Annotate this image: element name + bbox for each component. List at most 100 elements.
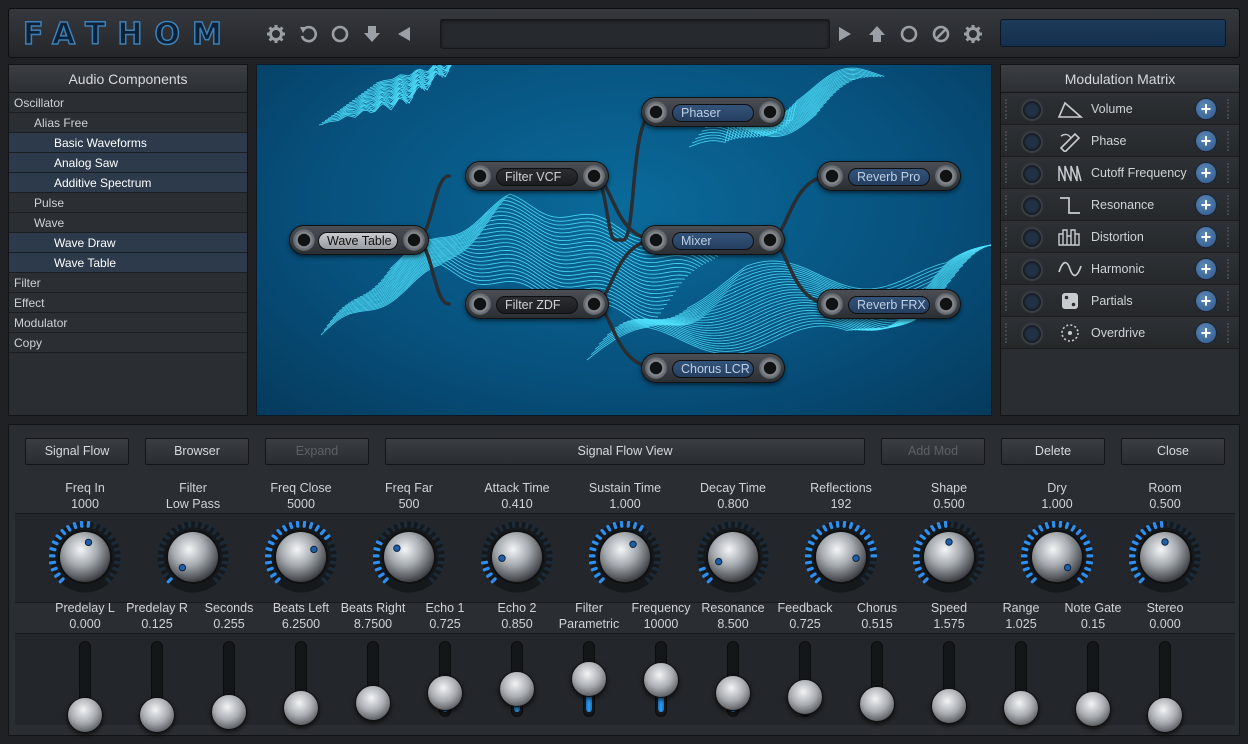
slider-filter-parametric[interactable]: [569, 641, 609, 725]
undo-icon[interactable]: [297, 23, 319, 45]
tree-item-oscillator[interactable]: Oscillator: [9, 93, 247, 113]
knob-decay-time[interactable]: [696, 520, 770, 593]
tree-item-copy[interactable]: Copy: [9, 333, 247, 353]
slider-thumb[interactable]: [211, 694, 247, 730]
drag-grip[interactable]: [1005, 291, 1011, 311]
node-label[interactable]: Reverb Pro: [848, 168, 930, 186]
output-jack[interactable]: [403, 229, 425, 251]
slider-note-gate[interactable]: [1073, 641, 1113, 727]
preset-name-field[interactable]: [440, 19, 830, 49]
signal-flow-view-button[interactable]: Signal Flow View: [385, 438, 865, 465]
input-jack[interactable]: [293, 229, 315, 251]
mod-row-partials[interactable]: Partials +: [1001, 285, 1239, 317]
mod-source-slot[interactable]: [1021, 131, 1043, 153]
drag-grip[interactable]: [1227, 227, 1233, 247]
left-triangle-icon[interactable]: [393, 23, 415, 45]
drag-grip[interactable]: [1005, 163, 1011, 183]
mod-source-slot[interactable]: [1021, 259, 1043, 281]
node-label[interactable]: Filter ZDF: [496, 296, 578, 314]
node-label[interactable]: Wave Table: [318, 232, 398, 250]
slider-thumb[interactable]: [355, 685, 391, 721]
mod-row-volume[interactable]: Volume +: [1001, 93, 1239, 125]
slider-echo-1[interactable]: [425, 641, 465, 725]
knob-freq-in[interactable]: [48, 520, 122, 593]
mod-row-cutoff-frequency[interactable]: Cutoff Frequency +: [1001, 157, 1239, 189]
input-jack[interactable]: [645, 357, 667, 379]
slider-beats-right[interactable]: [353, 641, 393, 725]
slider-thumb[interactable]: [139, 697, 175, 733]
add-mod-button[interactable]: +: [1195, 322, 1217, 344]
tree-item-additive-spectrum[interactable]: Additive Spectrum: [9, 173, 247, 193]
node-filter-zdf[interactable]: Filter ZDF: [465, 289, 609, 319]
slider-thumb[interactable]: [499, 671, 535, 707]
knob-sustain-time[interactable]: [588, 520, 662, 593]
slider-thumb[interactable]: [571, 661, 607, 697]
slider-thumb[interactable]: [1075, 691, 1111, 727]
input-jack[interactable]: [821, 165, 843, 187]
input-jack[interactable]: [469, 293, 491, 315]
add-mod-button[interactable]: +: [1195, 130, 1217, 152]
knob-room[interactable]: [1128, 520, 1202, 593]
knob-dry[interactable]: [1020, 520, 1094, 593]
slider-range[interactable]: [1001, 641, 1041, 726]
knob-shape[interactable]: [912, 520, 986, 593]
drag-grip[interactable]: [1227, 323, 1233, 343]
tree-item-wave[interactable]: Wave: [9, 213, 247, 233]
slider-thumb[interactable]: [931, 688, 967, 724]
add-mod-button[interactable]: +: [1195, 290, 1217, 312]
slider-thumb[interactable]: [643, 662, 679, 698]
node-reverb-frx[interactable]: Reverb FRX: [817, 289, 961, 319]
mod-row-resonance[interactable]: Resonance +: [1001, 189, 1239, 221]
output-jack[interactable]: [583, 165, 605, 187]
mod-source-slot[interactable]: [1021, 323, 1043, 345]
output-jack[interactable]: [759, 229, 781, 251]
tree-item-analog-saw[interactable]: Analog Saw: [9, 153, 247, 173]
drag-grip[interactable]: [1005, 131, 1011, 151]
slider-thumb[interactable]: [1147, 697, 1183, 733]
knob-attack-time[interactable]: [480, 520, 554, 593]
slider-thumb[interactable]: [67, 697, 103, 733]
slider-resonance[interactable]: [713, 641, 753, 725]
mod-source-slot[interactable]: [1021, 163, 1043, 185]
knob-freq-far[interactable]: [372, 520, 446, 593]
mod-row-overdrive[interactable]: Overdrive +: [1001, 317, 1239, 349]
mod-source-slot[interactable]: [1021, 195, 1043, 217]
circle-icon[interactable]: [329, 23, 351, 45]
gear-icon[interactable]: [265, 23, 287, 45]
slider-thumb[interactable]: [859, 686, 895, 722]
node-label[interactable]: Mixer: [672, 232, 754, 250]
tree-item-alias-free[interactable]: Alias Free: [9, 113, 247, 133]
right-triangle-icon[interactable]: [834, 23, 856, 45]
node-filter-vcf[interactable]: Filter VCF: [465, 161, 609, 191]
node-label[interactable]: Chorus LCR: [672, 360, 754, 378]
drag-grip[interactable]: [1227, 131, 1233, 151]
tree-item-wave-table[interactable]: Wave Table: [9, 253, 247, 273]
slider-thumb[interactable]: [1003, 690, 1039, 726]
slider-beats-left[interactable]: [281, 641, 321, 726]
output-jack[interactable]: [759, 101, 781, 123]
input-jack[interactable]: [645, 229, 667, 251]
tree-item-wave-draw[interactable]: Wave Draw: [9, 233, 247, 253]
gear-icon[interactable]: [962, 23, 984, 45]
node-label[interactable]: Filter VCF: [496, 168, 578, 186]
output-jack[interactable]: [935, 293, 957, 315]
tree-item-basic-waveforms[interactable]: Basic Waveforms: [9, 133, 247, 153]
slider-stereo[interactable]: [1145, 641, 1185, 733]
drag-grip[interactable]: [1227, 259, 1233, 279]
node-phaser[interactable]: Phaser: [641, 97, 785, 127]
mod-row-harmonic[interactable]: Harmonic +: [1001, 253, 1239, 285]
mod-source-slot[interactable]: [1021, 99, 1043, 121]
slider-predelay-r[interactable]: [137, 641, 177, 733]
tree-item-pulse[interactable]: Pulse: [9, 193, 247, 213]
slider-feedback[interactable]: [785, 641, 825, 725]
slider-thumb[interactable]: [787, 679, 823, 715]
tree-item-filter[interactable]: Filter: [9, 273, 247, 293]
slider-thumb[interactable]: [283, 690, 319, 726]
signal-flow-view[interactable]: Wave Table Filter VCF Filter ZDF Phaser Mixe…: [256, 64, 992, 416]
mod-row-distortion[interactable]: Distortion +: [1001, 221, 1239, 253]
circle-icon[interactable]: [898, 23, 920, 45]
browser-button[interactable]: Browser: [145, 438, 249, 465]
download-arrow-icon[interactable]: [361, 23, 383, 45]
mod-row-phase[interactable]: Phase +: [1001, 125, 1239, 157]
drag-grip[interactable]: [1227, 195, 1233, 215]
